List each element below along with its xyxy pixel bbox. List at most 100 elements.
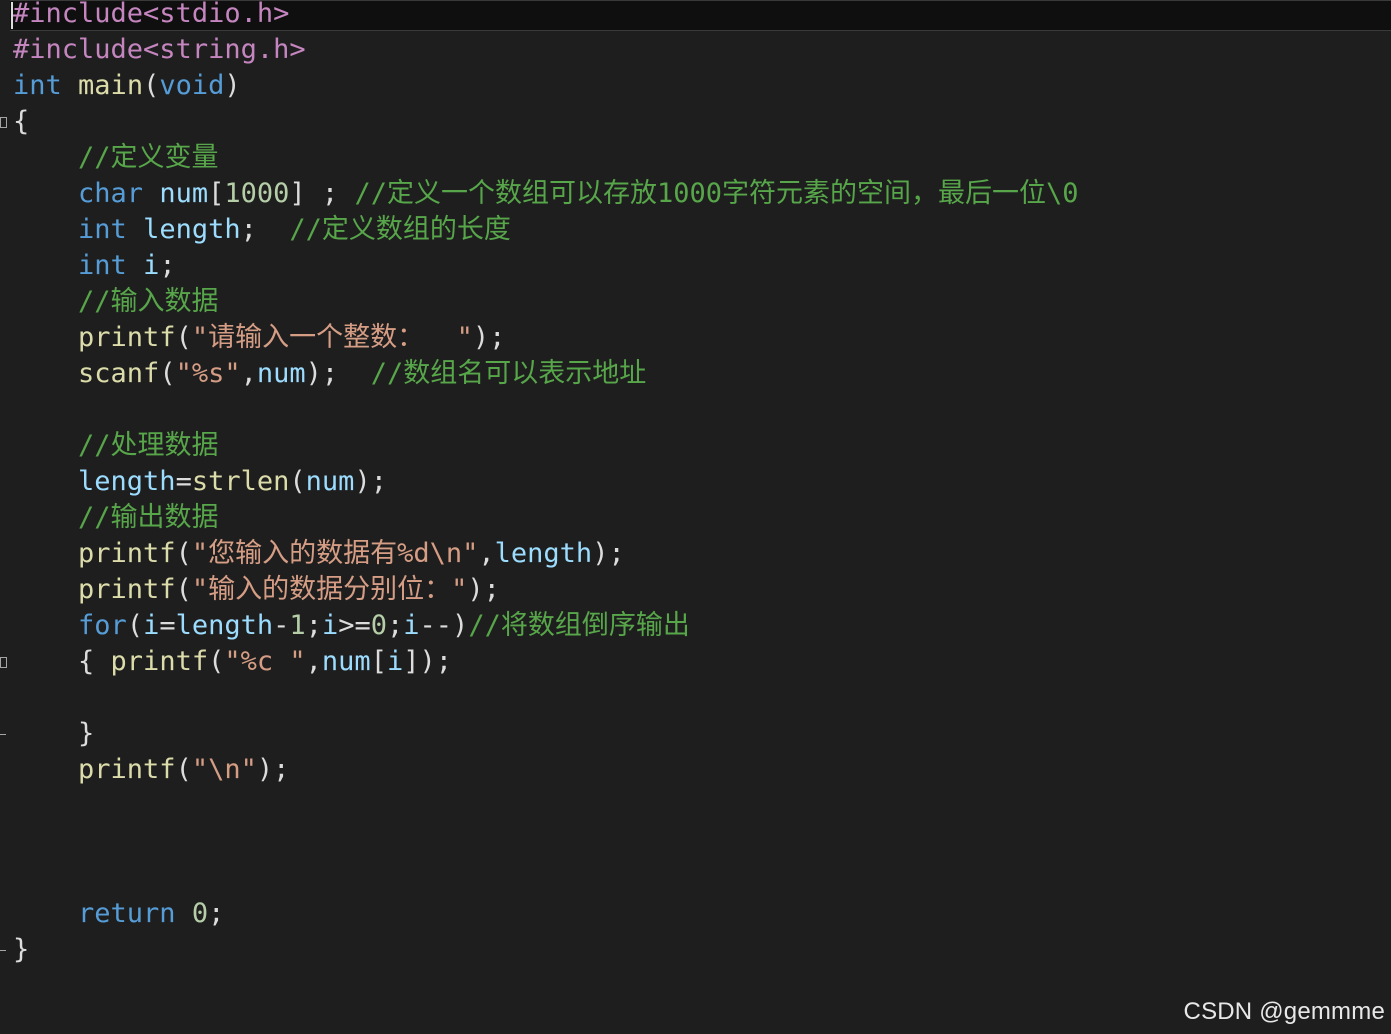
code-token-num: 0 <box>370 610 387 641</box>
code-line[interactable]: printf("\n"); <box>13 752 289 788</box>
code-token-str: "\n" <box>191 754 257 785</box>
code-token-pre: <string.h> <box>143 34 306 65</box>
code-line[interactable]: printf("输入的数据分别位："); <box>13 572 500 608</box>
code-token-punc: >= <box>338 610 371 641</box>
code-token-punc: ; <box>159 250 176 281</box>
code-line[interactable]: //输入数据 <box>13 284 219 320</box>
code-line[interactable]: //处理数据 <box>13 428 219 464</box>
code-token-cmt: //数组名可以表示地址 <box>370 358 647 389</box>
code-token-punc: ( <box>175 754 192 785</box>
code-token-punc: ( <box>175 538 192 569</box>
code-token-cmt: //输入数据 <box>78 286 219 317</box>
code-token-cmt: //输出数据 <box>78 502 219 533</box>
code-token-var: i <box>143 610 160 641</box>
code-line[interactable]: return 0; <box>13 896 224 932</box>
code-line[interactable]: { <box>13 104 29 140</box>
code-token-var: num <box>321 646 371 677</box>
fold-end-icon <box>0 950 6 951</box>
code-token-cmt: //将数组倒序输出 <box>468 610 690 641</box>
code-token-var: i <box>403 610 420 641</box>
code-token-punc: ( <box>175 574 192 605</box>
code-line[interactable]: printf("您输入的数据有%d\n",length); <box>13 536 625 572</box>
code-line[interactable]: int length; //定义数组的长度 <box>13 212 511 248</box>
code-token-punc: ] ; <box>289 178 355 209</box>
code-line[interactable]: for(i=length-1;i>=0;i--)//将数组倒序输出 <box>13 608 690 644</box>
code-line[interactable]: scanf("%s",num); //数组名可以表示地址 <box>13 356 646 392</box>
code-token-kw: int <box>13 70 62 101</box>
code-token-str: "%c " <box>224 646 306 677</box>
editor-gutter <box>0 0 12 1034</box>
code-token-str: "输入的数据分别位：" <box>191 574 468 605</box>
code-token-punc: ); <box>256 754 290 785</box>
code-token-kw: void <box>159 70 225 101</box>
code-token-punc: { <box>13 106 30 137</box>
code-token-punc: { <box>78 646 111 677</box>
code-line[interactable]: { printf("%c ",num[i]); <box>13 644 452 680</box>
code-token-punc: , <box>240 358 257 389</box>
code-token-var: length <box>175 610 274 641</box>
code-token-var: i <box>386 646 404 677</box>
code-token-fn: printf <box>78 538 176 569</box>
code-token-punc: } <box>78 718 95 749</box>
code-token-fn: printf <box>110 646 209 677</box>
code-token-punc: ; <box>387 610 404 641</box>
code-token-var: num <box>256 358 306 389</box>
code-token-var: i <box>143 250 160 281</box>
code-token-pre: #include <box>13 34 144 65</box>
code-token-str: "%s" <box>175 358 241 389</box>
code-token-var: length <box>143 214 241 245</box>
code-line[interactable]: printf("请输入一个整数： "); <box>13 320 505 356</box>
code-token-pre: #include <box>13 0 144 29</box>
fold-toggle-icon[interactable] <box>0 117 7 128</box>
code-token-num: 1000 <box>224 178 290 209</box>
code-editor[interactable]: #include<stdio.h> #include<string.h> int m… <box>0 0 1391 1034</box>
code-line[interactable]: length=strlen(num); <box>13 464 387 500</box>
code-token-punc: = <box>159 610 176 641</box>
code-token-fn: strlen <box>191 466 290 497</box>
code-token-punc: , <box>305 646 322 677</box>
code-token-fn: printf <box>78 574 176 605</box>
code-token-kw: int <box>78 214 127 245</box>
code-token-num: 1 <box>289 610 306 641</box>
code-token-punc: ( <box>159 358 176 389</box>
code-token-fn: printf <box>78 754 176 785</box>
code-token-punc: ; <box>305 610 322 641</box>
code-token-punc: ( <box>208 646 225 677</box>
code-token-punc: ; <box>240 214 290 245</box>
code-line[interactable]: char num[1000] ; //定义一个数组可以存放1000字符元素的空间… <box>13 176 1078 212</box>
code-token-fn: main <box>78 70 144 101</box>
code-line[interactable]: } <box>13 932 29 968</box>
code-line[interactable]: } <box>13 716 94 752</box>
code-token-str: "您输入的数据有%d\n" <box>191 538 479 569</box>
code-line[interactable]: #include<stdio.h> <box>13 0 289 32</box>
code-token-kw: char <box>78 178 144 209</box>
code-token-punc: ( <box>126 610 144 641</box>
fold-toggle-icon[interactable] <box>0 657 7 668</box>
watermark-text: CSDN @gemmme <box>1183 998 1385 1025</box>
code-token-cmt: //定义变量 <box>78 142 219 173</box>
code-line[interactable]: //定义变量 <box>13 140 219 176</box>
code-token-fn: printf <box>78 322 176 353</box>
code-token-punc: = <box>175 466 192 497</box>
code-line[interactable]: //输出数据 <box>13 500 219 536</box>
code-line[interactable]: int i; <box>13 248 176 284</box>
code-token-punc: ( <box>289 466 306 497</box>
code-line[interactable]: int main(void) <box>13 68 241 104</box>
code-token-punc: ( <box>175 322 192 353</box>
code-token-kw: return <box>78 898 176 929</box>
code-line[interactable]: #include<string.h> <box>13 32 306 68</box>
